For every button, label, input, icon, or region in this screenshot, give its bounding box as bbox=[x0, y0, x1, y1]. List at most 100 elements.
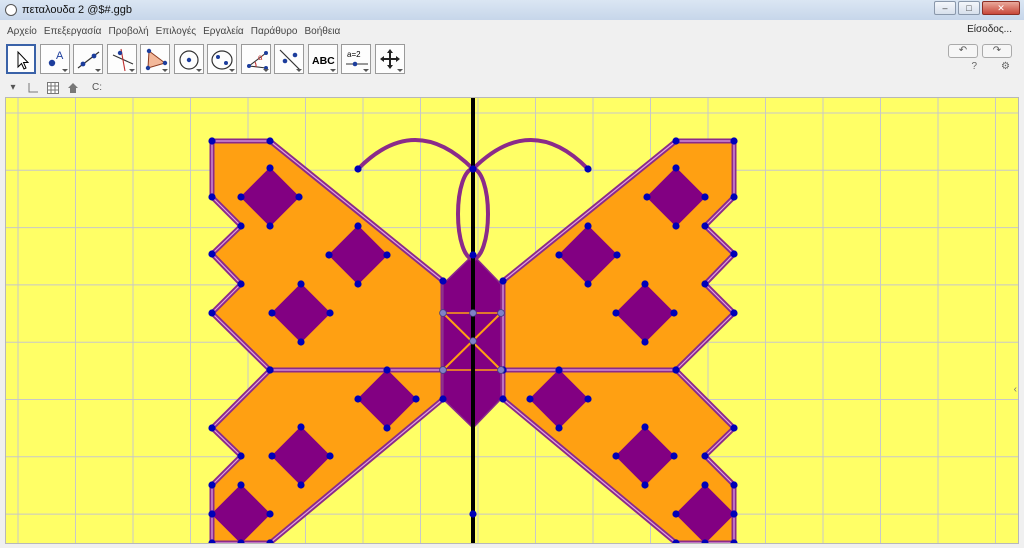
close-button[interactable]: ✕ bbox=[982, 1, 1020, 15]
dropdown-triangle-icon bbox=[262, 69, 269, 72]
grid-icon[interactable] bbox=[46, 82, 60, 94]
menu-window[interactable]: Παράθυρο bbox=[251, 26, 298, 37]
window-controls: ‒ □ ✕ bbox=[934, 1, 1020, 15]
vertex-point bbox=[354, 395, 362, 403]
body-point bbox=[497, 366, 505, 374]
menu-help[interactable]: Βοήθεια bbox=[304, 26, 340, 37]
vertex-point bbox=[730, 137, 738, 145]
vertex-point bbox=[412, 395, 420, 403]
point-tool-button[interactable]: A bbox=[39, 44, 70, 74]
menu-view[interactable]: Προβολή bbox=[108, 26, 148, 37]
vertex-point bbox=[730, 309, 738, 317]
menu-edit[interactable]: Επεξεργασία bbox=[44, 26, 102, 37]
dropdown-triangle-icon bbox=[162, 69, 168, 72]
maximize-button[interactable]: □ bbox=[958, 1, 980, 15]
dropdown-triangle-icon bbox=[363, 69, 369, 72]
vertex-point bbox=[469, 165, 477, 173]
vertex-point bbox=[354, 222, 362, 230]
vertex-point bbox=[499, 277, 507, 285]
minimize-button[interactable]: ‒ bbox=[934, 1, 956, 15]
graphics-view[interactable]: ‹ bbox=[5, 97, 1019, 544]
dropdown-triangle-icon bbox=[195, 69, 202, 72]
move-tool-button[interactable] bbox=[6, 44, 36, 74]
vertex-point bbox=[297, 481, 305, 489]
side-panel-handle-icon[interactable]: ‹ bbox=[1014, 384, 1017, 395]
vertex-point bbox=[670, 309, 678, 317]
point-capture-dropdown[interactable]: C: bbox=[86, 82, 108, 94]
stylebar-toggle-icon[interactable]: ▾ bbox=[6, 82, 20, 94]
help-icon[interactable]: ? bbox=[971, 61, 977, 72]
vertex-point bbox=[208, 309, 216, 317]
vertex-point bbox=[439, 395, 447, 403]
vertex-point bbox=[469, 251, 477, 259]
undo-button[interactable]: ↶ bbox=[948, 44, 978, 58]
angle-tool-button[interactable]: α bbox=[240, 44, 271, 74]
menu-bar: Αρχείο Επεξεργασία Προβολή Επιλογές Εργα… bbox=[0, 22, 1024, 40]
gear-icon[interactable]: ⚙ bbox=[1001, 61, 1010, 72]
vertex-point bbox=[268, 452, 276, 460]
slider-tool-label: a=2 bbox=[347, 50, 361, 59]
vertex-point bbox=[266, 510, 274, 518]
vertex-point bbox=[237, 280, 245, 288]
axes-icon[interactable] bbox=[26, 82, 40, 94]
toolbar: A α ABC a=2 bbox=[6, 44, 408, 78]
vertex-point bbox=[730, 481, 738, 489]
vertex-point bbox=[730, 510, 738, 518]
polygon-tool-button[interactable] bbox=[140, 44, 170, 74]
vertex-point bbox=[730, 250, 738, 258]
vertex-point bbox=[297, 423, 305, 431]
reflect-tool-button[interactable] bbox=[274, 44, 304, 74]
vertex-point bbox=[208, 250, 216, 258]
undo-redo-group: ↶ ↷ bbox=[948, 44, 1012, 58]
vertex-point bbox=[584, 280, 592, 288]
vertex-point bbox=[641, 423, 649, 431]
vertex-point bbox=[208, 137, 216, 145]
home-icon[interactable] bbox=[66, 82, 80, 94]
vertex-point bbox=[701, 452, 709, 460]
vertex-point bbox=[701, 222, 709, 230]
menu-tools[interactable]: Εργαλεία bbox=[203, 26, 244, 37]
vertex-point bbox=[701, 280, 709, 288]
vertex-point bbox=[237, 222, 245, 230]
vertex-point bbox=[672, 366, 680, 374]
body-point bbox=[497, 309, 505, 317]
line-tool-button[interactable] bbox=[73, 44, 103, 74]
vertex-point bbox=[612, 309, 620, 317]
vertex-point bbox=[670, 452, 678, 460]
vertex-point bbox=[701, 193, 709, 201]
circle-tool-button[interactable] bbox=[173, 44, 204, 74]
vertex-point bbox=[672, 510, 680, 518]
perpendicular-tool-button[interactable] bbox=[106, 44, 137, 74]
vertex-point bbox=[730, 193, 738, 201]
vertex-point bbox=[208, 481, 216, 489]
menu-options[interactable]: Επιλογές bbox=[156, 26, 196, 37]
vertex-point bbox=[641, 481, 649, 489]
vertex-point bbox=[354, 165, 362, 173]
vertex-point bbox=[237, 481, 245, 489]
dropdown-triangle-icon bbox=[296, 69, 302, 72]
vertex-point bbox=[701, 481, 709, 489]
vertex-point bbox=[584, 222, 592, 230]
text-tool-button[interactable]: ABC bbox=[307, 44, 338, 74]
body-point bbox=[439, 366, 447, 374]
redo-button[interactable]: ↷ bbox=[982, 44, 1012, 58]
menu-file[interactable]: Αρχείο bbox=[7, 26, 37, 37]
move-view-tool-button[interactable] bbox=[374, 44, 405, 74]
vertex-point bbox=[555, 251, 563, 259]
vertex-point bbox=[641, 280, 649, 288]
vertex-point bbox=[469, 510, 477, 518]
vertex-point bbox=[297, 280, 305, 288]
vertex-point bbox=[266, 366, 274, 374]
geometry-canvas[interactable] bbox=[6, 98, 1018, 543]
style-bar: ▾ C: bbox=[0, 80, 1024, 96]
signin-link[interactable]: Είσοδος... bbox=[967, 24, 1012, 35]
ellipse-tool-button[interactable] bbox=[207, 44, 237, 74]
vertex-point bbox=[383, 251, 391, 259]
vertex-point bbox=[237, 452, 245, 460]
vertex-point bbox=[266, 137, 274, 145]
vertex-point bbox=[672, 137, 680, 145]
slider-tool-button[interactable]: a=2 bbox=[341, 44, 371, 74]
point-tool-label: A bbox=[56, 50, 64, 62]
vertex-point bbox=[354, 280, 362, 288]
vertex-point bbox=[326, 452, 334, 460]
